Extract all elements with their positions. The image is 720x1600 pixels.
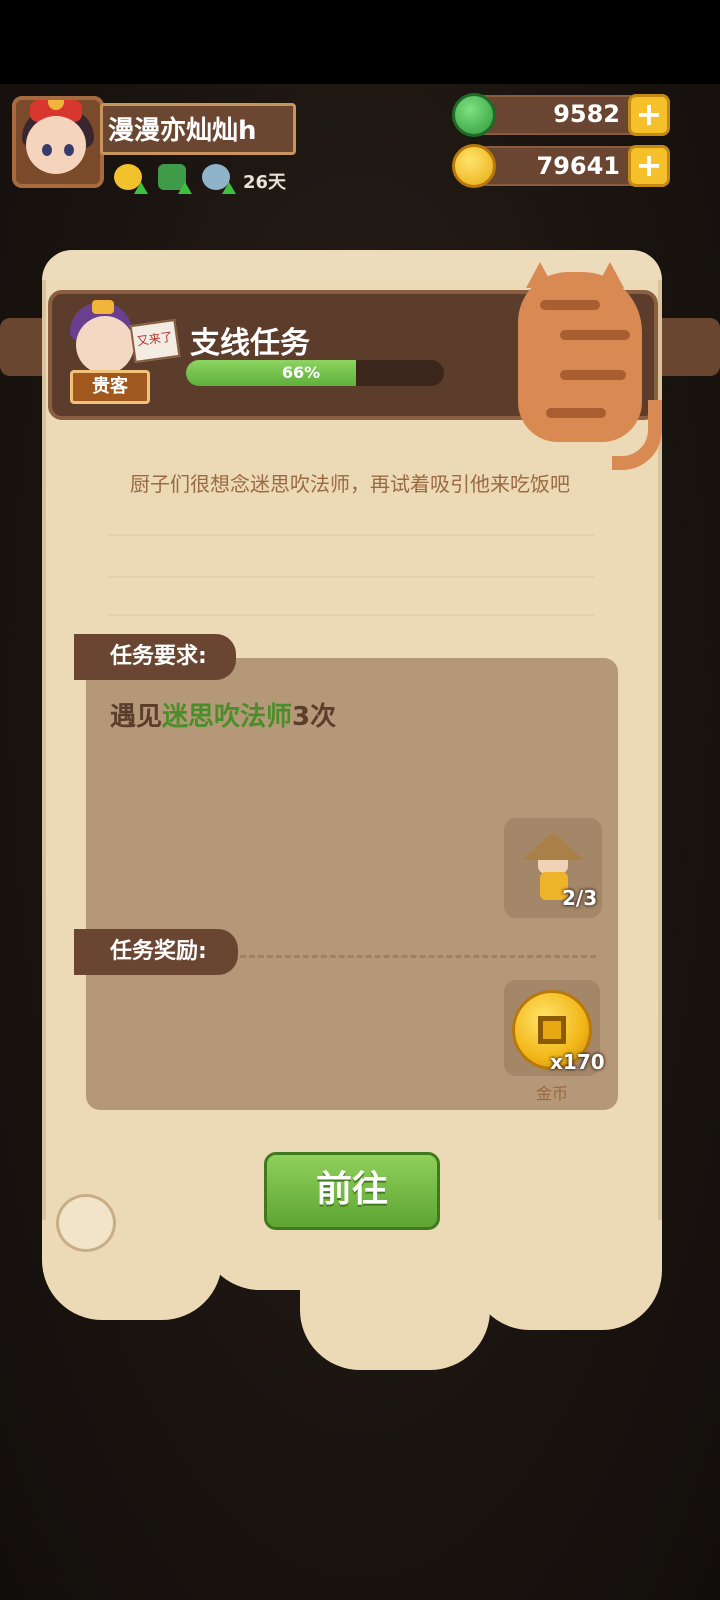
guest-badge: 贵客: [70, 370, 150, 404]
scroll-drip: [300, 1230, 490, 1370]
status-bar: [0, 0, 720, 84]
buff-bowl-icon[interactable]: [200, 160, 236, 194]
login-days: 26天: [243, 172, 287, 193]
guest-sign: 又来了: [129, 318, 181, 364]
scroll-drip: [470, 1220, 662, 1330]
requirement-tag: 任务要求:: [74, 634, 236, 680]
divider-line: [108, 576, 594, 578]
add-coin-button[interactable]: +: [628, 145, 670, 187]
player-name: 漫漫亦灿灿h: [108, 116, 257, 146]
cat-stripe: [560, 370, 626, 380]
reward-divider: [240, 955, 596, 958]
cat-stripe: [540, 300, 600, 310]
scroll-knob: [56, 1194, 116, 1252]
reward-label: 金币: [535, 1084, 568, 1103]
requirement-text: 遇见迷思吹法师3次: [110, 696, 336, 733]
coin-hole: [538, 1016, 566, 1044]
guest-crown: [92, 300, 114, 314]
divider-line: [108, 534, 594, 536]
buff-coin-icon[interactable]: [112, 160, 148, 194]
quest-progress-text: 66%: [281, 363, 321, 382]
requirement-prefix: 遇见: [110, 702, 163, 732]
requirement-target: 迷思吹法师: [162, 702, 293, 732]
coin-amount: 79641: [536, 152, 621, 180]
reward-amount: x170: [550, 1050, 605, 1074]
buff-tree-icon[interactable]: [156, 160, 192, 194]
player-avatar[interactable]: [12, 96, 104, 188]
go-button[interactable]: 前往: [264, 1152, 440, 1230]
jade-amount: 9582: [553, 100, 620, 128]
quest-title: 支线任务: [190, 326, 310, 361]
guest-face: [76, 316, 134, 374]
reward-tag: 任务奖励:: [74, 929, 238, 975]
quest-description: 厨子们很想念迷思吹法师，再试着吸引他来吃饭吧: [130, 472, 570, 496]
cat-stripe: [560, 330, 630, 340]
requirement-suffix: 3次: [292, 702, 337, 732]
cat-stripe: [546, 408, 606, 418]
divider-line: [108, 614, 594, 616]
requirement-count: 2/3: [562, 886, 598, 910]
add-jade-button[interactable]: +: [628, 94, 670, 136]
